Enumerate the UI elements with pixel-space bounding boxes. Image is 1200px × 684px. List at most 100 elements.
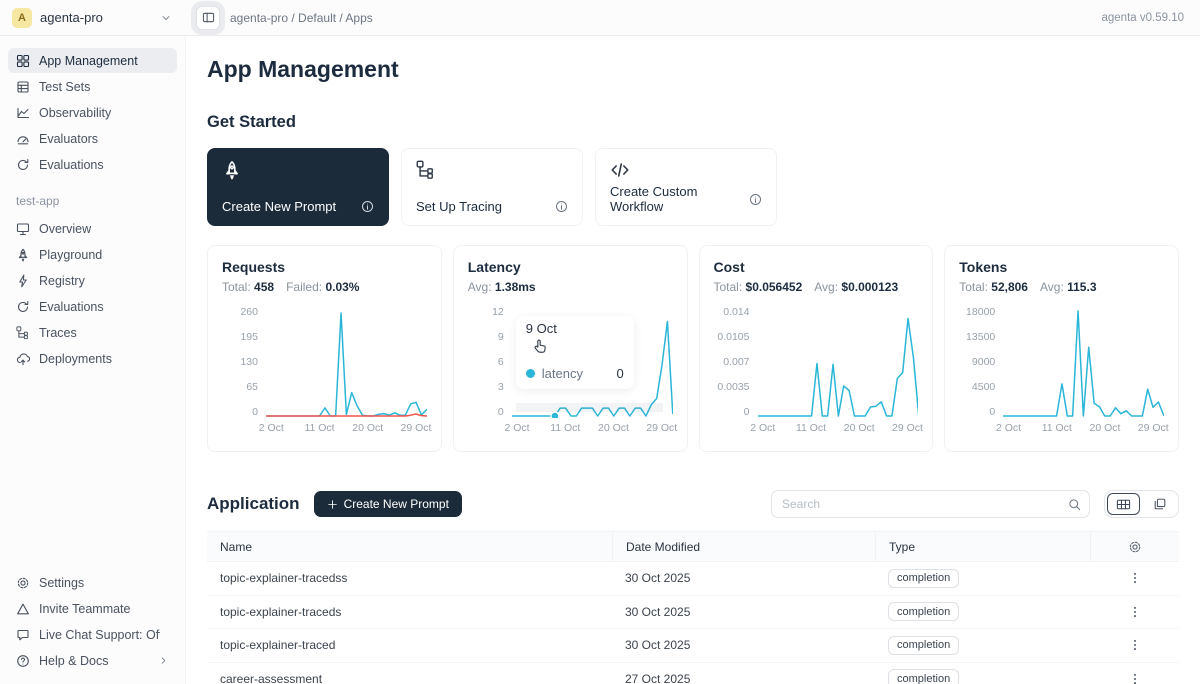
sidebar-item-live-chat-support-off[interactable]: Live Chat Support: Off <box>8 622 177 647</box>
chart-plot-area[interactable]: 2 Oct11 Oct20 Oct29 Oct <box>758 306 919 436</box>
sidebar-item-help-docs[interactable]: Help & Docs <box>8 648 177 673</box>
metric-cards: Requests Total: 458Failed: 0.03% 2601951… <box>207 245 1179 452</box>
x-axis-tick: 11 Oct <box>304 422 334 434</box>
info-icon[interactable] <box>361 200 374 213</box>
y-axis-tick: 4500 <box>959 381 995 393</box>
observability-icon <box>16 106 30 120</box>
y-axis-tick: 13500 <box>959 331 995 343</box>
get-started-cards: Create New Prompt Set Up Tracing Create … <box>207 148 1179 226</box>
get-started-heading: Get Started <box>207 113 1179 132</box>
search-box <box>771 490 1090 518</box>
sidebar-item-evaluations[interactable]: Evaluations <box>8 152 177 177</box>
cost-metric-card: Cost Total: $0.056452Avg: $0.000123 0.01… <box>699 245 934 452</box>
ellipsis-vertical-icon <box>1128 672 1142 684</box>
plus-icon <box>327 499 338 510</box>
search-button[interactable] <box>1059 491 1089 517</box>
table-view-button[interactable] <box>1107 493 1140 515</box>
table-row[interactable]: topic-explainer-tracedss 30 Oct 2025 com… <box>207 562 1179 596</box>
info-icon[interactable] <box>749 193 762 206</box>
chart-plot-area[interactable]: 2 Oct11 Oct20 Oct29 Oct <box>1003 306 1164 436</box>
y-axis-tick: 3 <box>468 381 504 393</box>
rocket-large-icon <box>222 160 374 180</box>
traces-icon <box>16 326 30 340</box>
sidebar-item-app-management[interactable]: App Management <box>8 48 177 73</box>
metric-stats: Avg: 1.38ms <box>468 280 673 294</box>
sidebar-item-evaluators[interactable]: Evaluators <box>8 126 177 151</box>
table-settings-button[interactable] <box>1124 536 1146 558</box>
lightning-icon <box>16 274 30 288</box>
column-name[interactable]: Name <box>207 532 612 561</box>
y-axis-tick: 0.014 <box>714 306 750 318</box>
app-name[interactable]: topic-explainer-tracedss <box>207 571 612 585</box>
create-new-prompt-button[interactable]: Create New Prompt <box>314 491 462 517</box>
app-name[interactable]: career-assessment <box>207 672 612 684</box>
row-menu-button[interactable] <box>1124 567 1146 589</box>
search-icon <box>1068 498 1081 511</box>
y-axis-tick: 0 <box>222 406 258 418</box>
sidebar-item-test-sets[interactable]: Test Sets <box>8 74 177 99</box>
x-axis-tick: 20 Oct <box>844 422 875 434</box>
info-icon[interactable] <box>555 200 568 213</box>
metric-stats: Total: 52,806Avg: 115.3 <box>959 280 1164 294</box>
sidebar-item-observability[interactable]: Observability <box>8 100 177 125</box>
chart-y-axis: 1800013500900045000 <box>959 306 995 418</box>
create-custom-workflow-card[interactable]: Create Custom Workflow <box>595 148 777 226</box>
sidebar-item-playground[interactable]: Playground <box>8 242 177 267</box>
app-type-badge: completion <box>888 602 959 621</box>
chart-x-axis: 2 Oct11 Oct20 Oct29 Oct <box>266 420 427 436</box>
table-row[interactable]: topic-explainer-traceds 30 Oct 2025 comp… <box>207 596 1179 630</box>
app-name[interactable]: topic-explainer-traced <box>207 638 612 652</box>
metric-stat: Failed: 0.03% <box>286 280 359 294</box>
column-date-modified[interactable]: Date Modified <box>612 532 875 561</box>
sidebar-item-deployments[interactable]: Deployments <box>8 346 177 371</box>
search-input[interactable] <box>772 497 1059 511</box>
tooltip-series-row: latency0 <box>526 366 624 381</box>
sidebar-project-label: test-app <box>16 194 169 208</box>
row-menu-button[interactable] <box>1124 634 1146 656</box>
metric-stat: Avg: 1.38ms <box>468 280 536 294</box>
metric-title: Cost <box>714 259 919 275</box>
table-row[interactable]: topic-explainer-traced 30 Oct 2025 compl… <box>207 629 1179 663</box>
sidebar-item-settings[interactable]: Settings <box>8 570 177 595</box>
x-axis-tick: 11 Oct <box>1042 422 1072 434</box>
top-bar: A agenta-pro agenta-pro / Default / Apps… <box>0 0 1200 36</box>
y-axis-tick: 0 <box>468 406 504 418</box>
sidebar-item-traces[interactable]: Traces <box>8 320 177 345</box>
metric-stat: Avg: 115.3 <box>1040 280 1097 294</box>
chart-line-svg <box>758 306 919 418</box>
tooltip-date: 9 Oct <box>526 321 624 336</box>
applications-table: Name Date Modified Type topic-explainer-… <box>207 531 1179 684</box>
chart-plot-area[interactable]: 2 Oct11 Oct20 Oct29 Oct 9 Oct latency0 <box>512 306 673 436</box>
sidebar-main-nav: App Management Test Sets Observability E… <box>8 48 177 178</box>
metric-title: Requests <box>222 259 427 275</box>
x-axis-tick: 29 Oct <box>646 422 677 434</box>
card-view-button[interactable] <box>1143 493 1176 515</box>
tokens-metric-card: Tokens Total: 52,806Avg: 115.3 180001350… <box>944 245 1179 452</box>
sidebar-item-invite-teammate[interactable]: Invite Teammate <box>8 596 177 621</box>
gear-icon <box>1128 540 1142 554</box>
chart-plot-area[interactable]: 2 Oct11 Oct20 Oct29 Oct <box>266 306 427 436</box>
metric-chart: 1800013500900045000 2 Oct11 Oct20 Oct29 … <box>959 306 1164 436</box>
sidebar-toggle-button[interactable] <box>196 6 220 30</box>
column-type[interactable]: Type <box>875 532 1090 561</box>
application-header: Application Create New Prompt <box>207 490 1179 518</box>
y-axis-tick: 0.007 <box>714 356 750 368</box>
x-axis-tick: 29 Oct <box>892 422 923 434</box>
sidebar-item-evaluations[interactable]: Evaluations <box>8 294 177 319</box>
row-menu-button[interactable] <box>1124 601 1146 623</box>
row-menu-button[interactable] <box>1124 668 1146 684</box>
table-row[interactable]: career-assessment 27 Oct 2025 completion <box>207 663 1179 684</box>
page-title: App Management <box>207 56 1179 83</box>
y-axis-tick: 0.0035 <box>714 381 750 393</box>
set-up-tracing-card[interactable]: Set Up Tracing <box>401 148 583 226</box>
sidebar-item-overview[interactable]: Overview <box>8 216 177 241</box>
sidebar-item-registry[interactable]: Registry <box>8 268 177 293</box>
ellipsis-vertical-icon <box>1128 605 1142 619</box>
app-name[interactable]: topic-explainer-traceds <box>207 605 612 619</box>
chart-x-axis: 2 Oct11 Oct20 Oct29 Oct <box>758 420 919 436</box>
card-view-icon <box>1153 497 1167 511</box>
y-axis-tick: 65 <box>222 381 258 393</box>
create-new-prompt-card[interactable]: Create New Prompt <box>207 148 389 226</box>
evaluations-icon <box>16 300 30 314</box>
workspace-switcher[interactable]: A agenta-pro <box>0 8 186 28</box>
